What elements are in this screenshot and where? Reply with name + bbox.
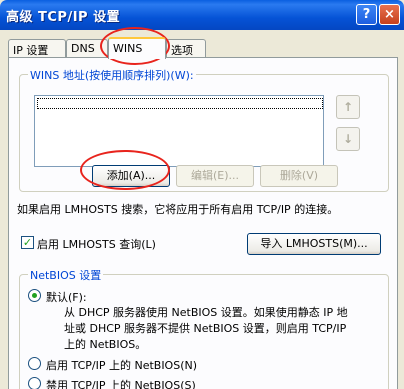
wins-address-list[interactable] <box>34 95 324 167</box>
default-desc-line-2: 址或 DHCP 服务器不提供 NetBIOS 设置，则启用 TCP/IP <box>64 322 347 335</box>
edit-button[interactable]: 编辑(E)... <box>176 165 254 187</box>
list-focus-row <box>37 98 323 109</box>
radio-enable-netbios[interactable] <box>28 357 41 370</box>
radio-enable-label: 启用 TCP/IP 上的 NetBIOS(N) <box>46 359 198 372</box>
radio-selected-dot <box>32 293 37 298</box>
import-lmhosts-button[interactable]: 导入 LMHOSTS(M)... <box>247 233 381 255</box>
radio-disable-label: 禁用 TCP/IP 上的 NetBIOS(S) <box>46 379 196 389</box>
radio-disable-netbios[interactable] <box>28 377 41 389</box>
tab-dns[interactable]: DNS <box>66 39 108 58</box>
close-button[interactable]: × <box>379 4 400 25</box>
window-title: 高级 TCP/IP 设置 <box>6 10 121 25</box>
arrow-down-icon: ↓ <box>342 132 354 146</box>
tab-options[interactable]: 选项 <box>166 39 206 58</box>
default-desc-line-3: 上的 NetBIOS。 <box>64 338 147 351</box>
wins-address-legend: WINS 地址(按使用顺序排列)(W): <box>28 67 196 83</box>
help-button[interactable]: ? <box>356 4 377 25</box>
title-bar: 高级 TCP/IP 设置 ? × <box>0 0 404 30</box>
radio-default[interactable] <box>28 289 41 302</box>
netbios-group: NetBIOS 设置 默认(F): 从 DHCP 服务器使用 NetBIOS 设… <box>19 267 389 389</box>
arrow-up-icon: ↑ <box>342 100 354 114</box>
tab-panel-wins: WINS 地址(按使用顺序排列)(W): ↑ ↓ 添加(A)... 编辑(E).… <box>8 57 398 389</box>
netbios-legend: NetBIOS 设置 <box>28 267 104 283</box>
lmhosts-check-label: 启用 LMHOSTS 查询(L) <box>37 238 156 251</box>
tab-ip-settings[interactable]: IP 设置 <box>8 39 66 58</box>
lmhosts-info-text: 如果启用 LMHOSTS 搜索，它将应用于所有启用 TCP/IP 的连接。 <box>17 203 339 216</box>
wins-address-group: WINS 地址(按使用顺序排列)(W): ↑ ↓ 添加(A)... 编辑(E).… <box>19 67 389 192</box>
move-up-button[interactable]: ↑ <box>336 95 360 119</box>
radio-default-label: 默认(F): <box>46 291 87 304</box>
check-mark-icon: ✓ <box>22 236 33 249</box>
add-button[interactable]: 添加(A)... <box>92 165 170 187</box>
remove-button[interactable]: 删除(V) <box>260 165 338 187</box>
lmhosts-checkbox[interactable]: ✓ <box>21 236 34 249</box>
default-desc-line-1: 从 DHCP 服务器使用 NetBIOS 设置。如果使用静态 IP 地 <box>64 306 348 319</box>
move-down-button[interactable]: ↓ <box>336 127 360 151</box>
tab-wins[interactable]: WINS <box>108 37 166 59</box>
